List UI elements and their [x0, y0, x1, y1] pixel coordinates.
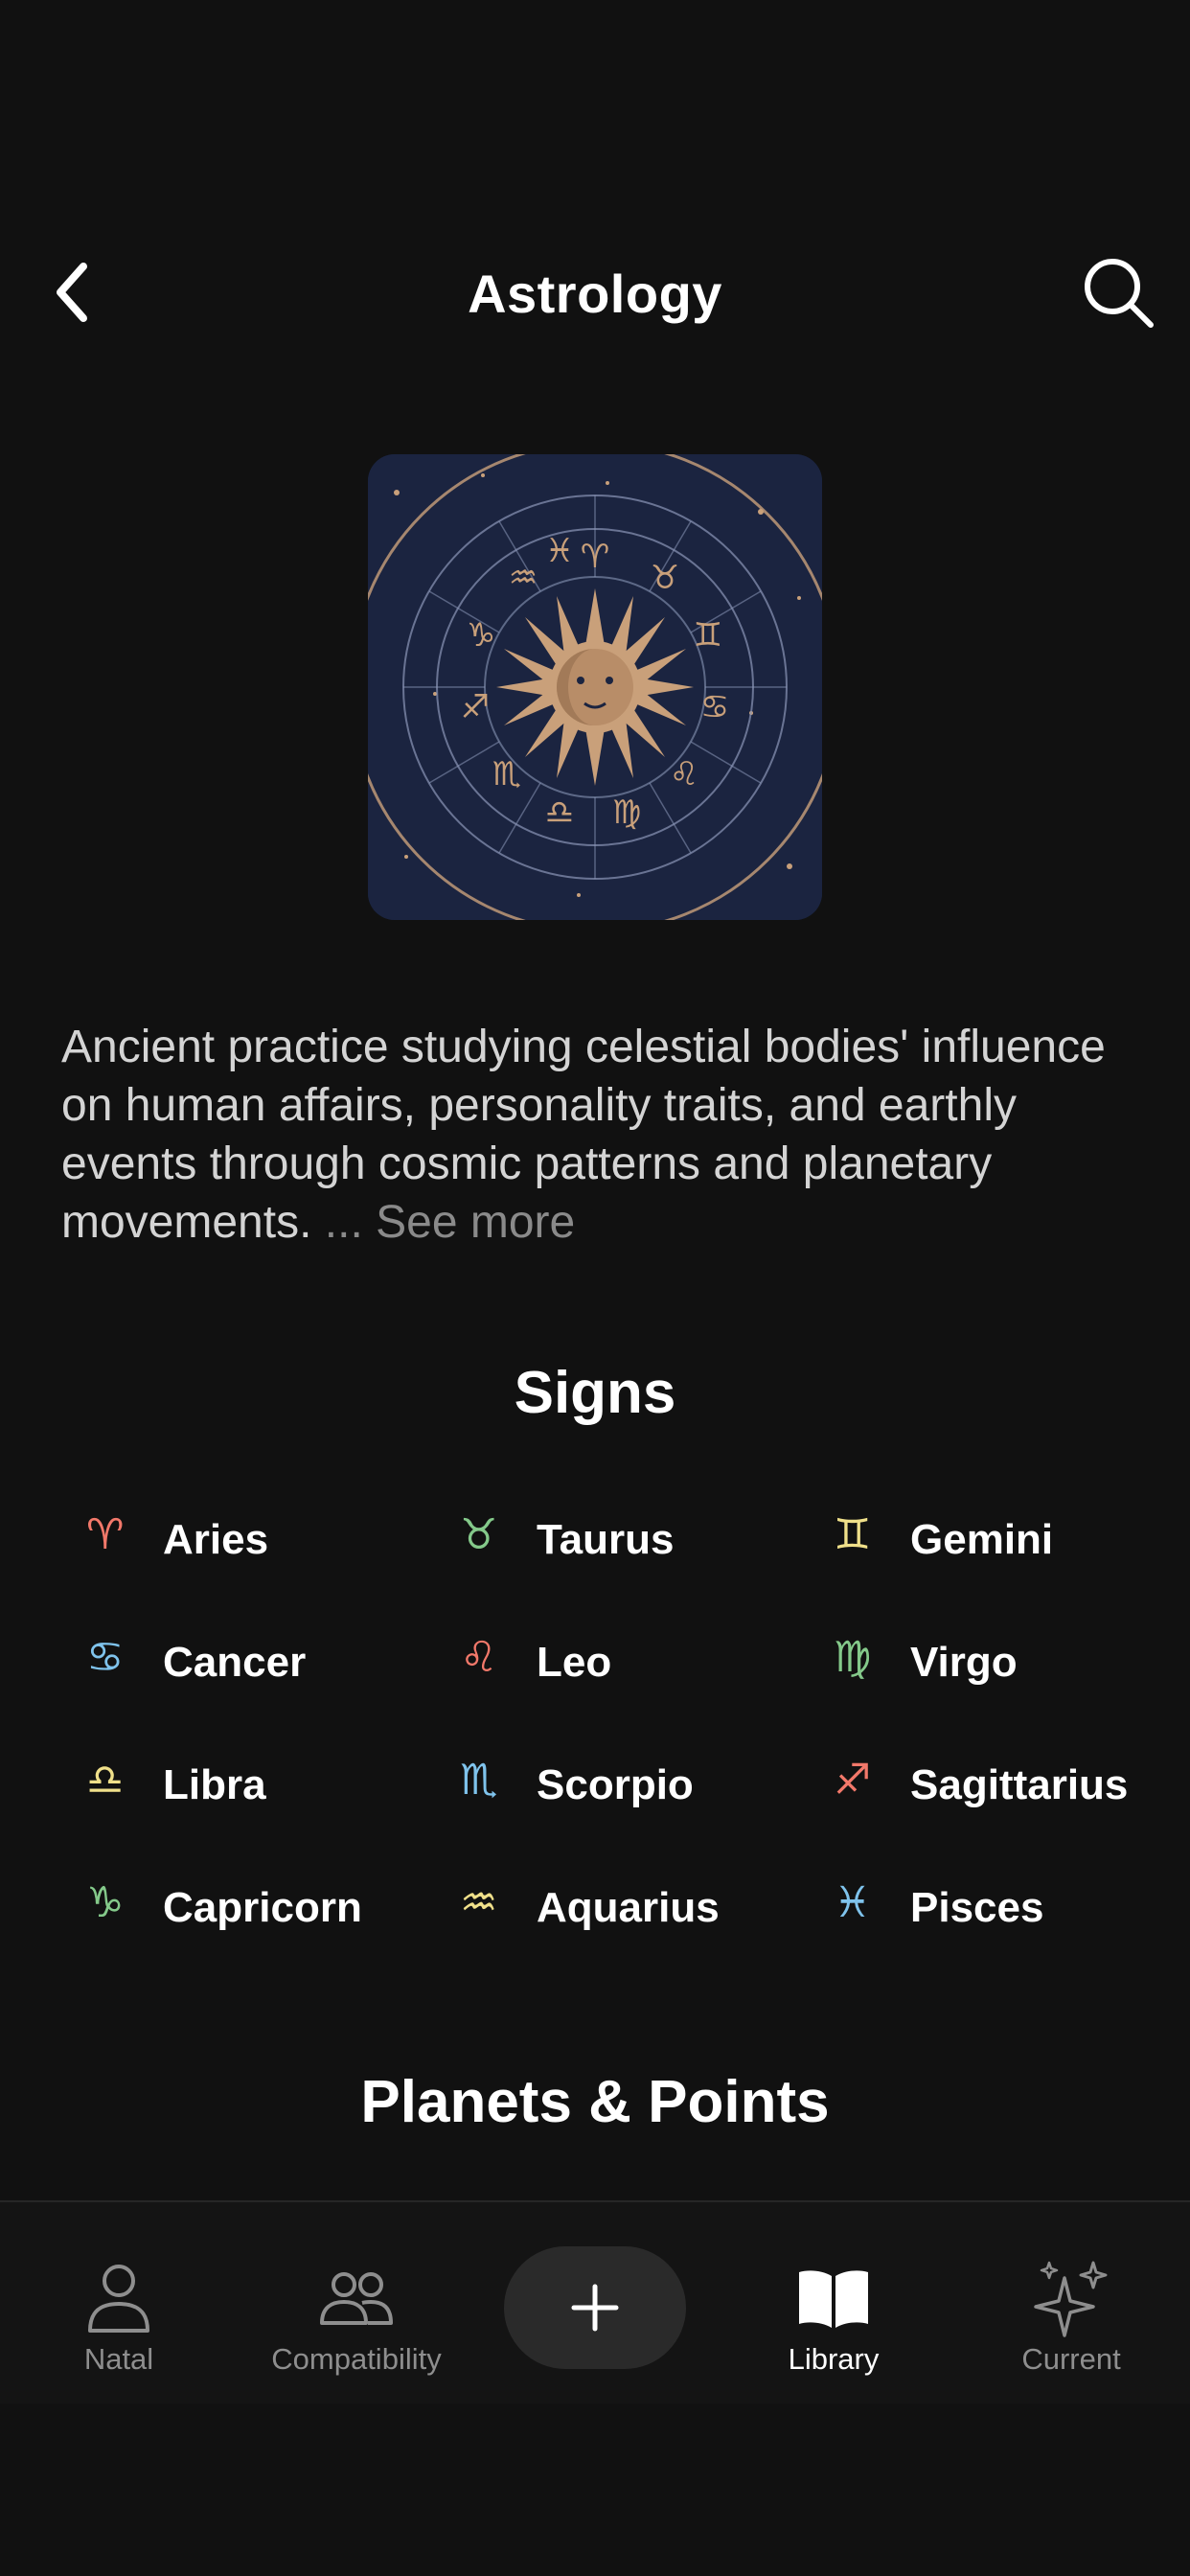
svg-text:♊︎: ♊︎: [694, 616, 722, 655]
svg-text:♑︎: ♑︎: [467, 616, 495, 655]
gemini-icon: ♊︎: [834, 1510, 872, 1559]
sign-name: Taurus: [537, 1516, 675, 1563]
svg-text:♉︎: ♉︎: [651, 559, 679, 597]
sign-item-capricorn[interactable]: ♑︎ Capricorn: [86, 1874, 460, 1951]
sign-name: Aries: [163, 1516, 269, 1563]
sign-name: Scorpio: [537, 1761, 694, 1808]
sign-name: Virgo: [910, 1639, 1018, 1686]
sparkles-icon: [1034, 2261, 1108, 2337]
description-body: Ancient practice studying celestial bodi…: [61, 1022, 1106, 1248]
sign-item-gemini[interactable]: ♊︎ Gemini: [834, 1506, 1159, 1583]
search-button[interactable]: [1075, 249, 1161, 335]
sign-item-scorpio[interactable]: ♏︎ Scorpio: [460, 1752, 834, 1828]
tab-natal-label: Natal: [83, 2342, 154, 2376]
top-bar: Astrology: [0, 240, 1190, 345]
svg-text:♌︎: ♌︎: [670, 755, 698, 794]
search-icon: [1085, 259, 1154, 328]
svg-text:♒︎: ♒︎: [509, 559, 538, 597]
page-title: Astrology: [468, 264, 722, 324]
taurus-icon: ♉︎: [460, 1510, 498, 1559]
tab-current[interactable]: Current: [966, 2202, 1177, 2404]
sign-item-virgo[interactable]: ♍︎ Virgo: [834, 1629, 1159, 1706]
leo-icon: ♌︎: [460, 1633, 498, 1682]
tab-compatibility[interactable]: Compatibility: [251, 2202, 462, 2404]
people-icon: [320, 2272, 393, 2325]
tab-compatibility-label: Compatibility: [271, 2342, 442, 2376]
sign-item-sagittarius[interactable]: ♐︎ Sagittarius: [834, 1752, 1159, 1828]
scorpio-icon: ♏︎: [460, 1756, 498, 1805]
sign-name: Leo: [537, 1639, 612, 1686]
svg-text:♋︎: ♋︎: [700, 688, 729, 726]
pisces-icon: ♓︎: [834, 1878, 872, 1927]
add-button[interactable]: [504, 2246, 686, 2369]
sign-item-aries[interactable]: ♈︎ Aries: [86, 1506, 460, 1583]
description-ellipsis: ...: [324, 1197, 363, 1248]
sign-name: Cancer: [163, 1639, 307, 1686]
libra-icon: ♎︎: [86, 1756, 125, 1805]
aquarius-icon: ♒︎: [460, 1878, 498, 1927]
sign-name: Aquarius: [537, 1884, 720, 1931]
tab-library-label: Library: [788, 2342, 880, 2376]
sign-item-taurus[interactable]: ♉︎ Taurus: [460, 1506, 834, 1583]
svg-text:♈︎: ♈︎: [581, 538, 609, 576]
sign-item-pisces[interactable]: ♓︎ Pisces: [834, 1874, 1159, 1951]
tab-natal[interactable]: Natal: [13, 2202, 224, 2404]
svg-text:♓︎: ♓︎: [545, 532, 574, 570]
sign-name: Gemini: [910, 1516, 1054, 1563]
astrology-hero-image: ♈︎ ♉︎ ♊︎ ♋︎ ♌︎ ♍︎ ♎︎ ♏︎ ♐︎ ♑︎ ♒︎ ♓︎: [368, 454, 822, 920]
bottom-tab-bar: Natal Compatibility Library Current: [0, 2200, 1190, 2404]
sign-name: Libra: [163, 1761, 266, 1808]
tab-library[interactable]: Library: [728, 2202, 939, 2404]
svg-text:♎︎: ♎︎: [545, 794, 574, 832]
sign-name: Capricorn: [163, 1884, 362, 1931]
tab-current-label: Current: [1021, 2342, 1121, 2376]
planets-section-title: Planets & Points: [360, 2069, 830, 2135]
signs-grid: ♈︎ Aries ♉︎ Taurus ♊︎ Gemini ♋︎ Cancer ♌︎ Leo ♍︎ Vi…: [86, 1506, 1159, 1997]
svg-text:♏︎: ♏︎: [492, 755, 521, 794]
sign-name: Pisces: [910, 1884, 1044, 1931]
sign-item-libra[interactable]: ♎︎ Libra: [86, 1752, 460, 1828]
sign-name: Sagittarius: [910, 1761, 1129, 1808]
aries-icon: ♈︎: [86, 1510, 125, 1559]
description-text: Ancient practice studying celestial bodi…: [61, 1018, 1134, 1252]
see-more-link[interactable]: See more: [376, 1197, 575, 1248]
signs-section-title: Signs: [514, 1360, 676, 1426]
svg-text:♍︎: ♍︎: [612, 794, 641, 832]
sagittarius-icon: ♐︎: [834, 1756, 872, 1805]
sign-item-cancer[interactable]: ♋︎ Cancer: [86, 1629, 460, 1706]
virgo-icon: ♍︎: [834, 1633, 872, 1682]
capricorn-icon: ♑︎: [86, 1878, 125, 1927]
person-icon: [88, 2265, 149, 2333]
book-icon: [799, 2270, 868, 2328]
sign-item-leo[interactable]: ♌︎ Leo: [460, 1629, 834, 1706]
plus-icon: [571, 2284, 619, 2332]
sign-item-aquarius[interactable]: ♒︎ Aquarius: [460, 1874, 834, 1951]
svg-text:♐︎: ♐︎: [461, 688, 490, 726]
cancer-icon: ♋︎: [86, 1633, 125, 1682]
